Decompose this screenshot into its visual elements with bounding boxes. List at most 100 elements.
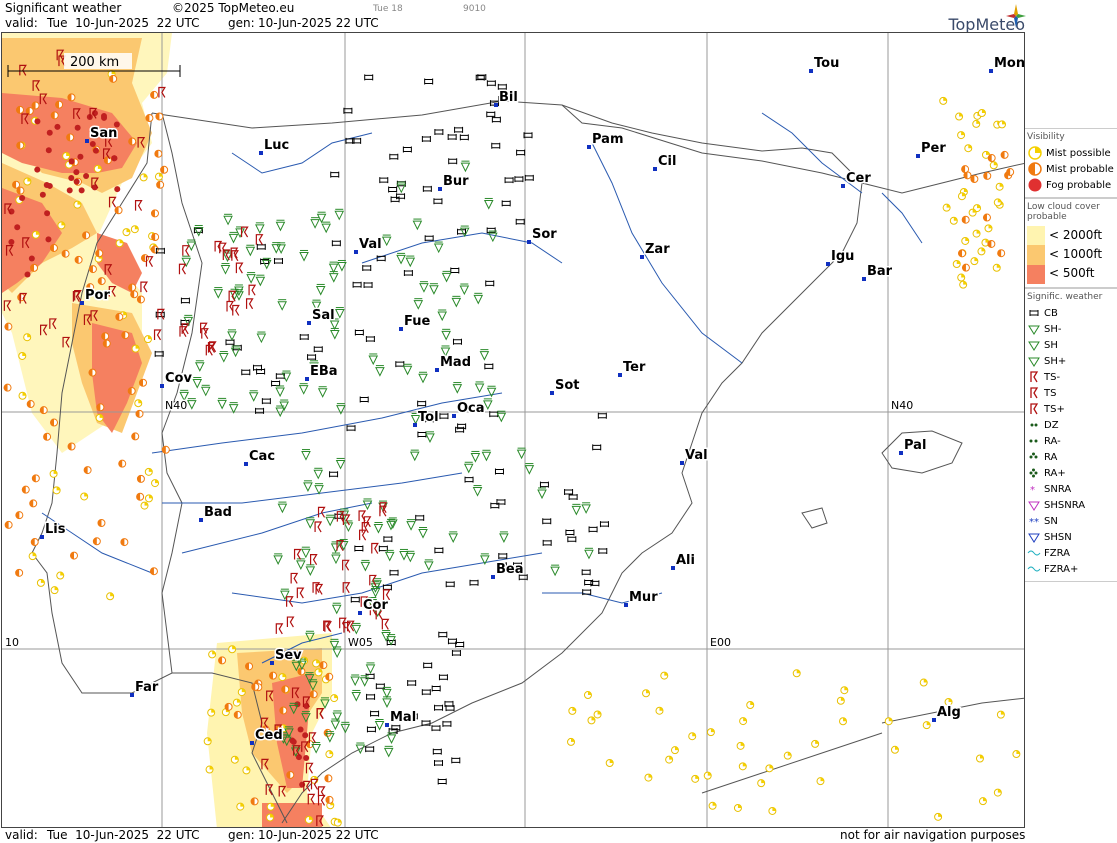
mist-probable-icon — [55, 100, 64, 109]
mist-possible-icon — [746, 701, 755, 710]
mist-possible-icon — [583, 691, 592, 700]
cb-icon — [491, 142, 501, 149]
city-dot — [358, 611, 362, 615]
cb-icon — [403, 270, 413, 277]
shower-icon — [298, 383, 309, 395]
cb-icon — [484, 363, 494, 370]
legend-panel: Visibility Mist possible Mist probable F… — [1025, 128, 1117, 582]
mist-probable-icon — [67, 442, 76, 451]
shower-icon — [317, 386, 328, 398]
mist-probable-icon — [15, 568, 24, 577]
shower-icon — [452, 382, 463, 394]
cb-icon — [346, 425, 356, 432]
mist-possible-icon — [134, 399, 143, 408]
low-cloud-swatch-1000 — [1027, 245, 1045, 265]
shower-icon — [310, 217, 320, 229]
shower-icon — [280, 588, 290, 601]
mist-possible-icon — [964, 144, 973, 153]
mist-probable-icon — [109, 74, 118, 83]
cb-icon — [359, 396, 369, 403]
mist-probable-icon — [987, 239, 996, 248]
cb-icon — [494, 468, 504, 475]
mist-probable-icon — [1000, 150, 1009, 159]
mist-possible-icon — [144, 494, 153, 503]
fog-probable-icon — [114, 186, 121, 193]
weather-map[interactable]: 200 km N40 N40 10 W05 E00 Tou Mon Bil San Pa… — [1, 32, 1025, 828]
city-dot — [932, 718, 936, 722]
mist-probable-icon — [128, 137, 137, 146]
mist-possible-icon — [52, 486, 61, 495]
mist-probable-icon — [281, 685, 290, 694]
shower-icon — [325, 514, 335, 527]
city-dot — [385, 723, 389, 727]
shower-icon — [381, 234, 392, 247]
thunderstorm-icon — [1030, 387, 1039, 399]
shower-icon — [368, 353, 379, 366]
cb-icon — [448, 158, 458, 165]
shower-icon — [396, 252, 406, 265]
mist-possible-icon — [23, 177, 32, 186]
mist-possible-icon — [130, 225, 139, 234]
mist-probable-icon — [151, 233, 160, 242]
city-marker: Val — [680, 447, 709, 465]
mist-probable-icon — [12, 180, 21, 189]
thunderstorm-icon — [182, 245, 190, 256]
mist-possible-icon — [266, 813, 275, 822]
mist-possible-icon — [998, 120, 1007, 129]
city-label: Sot — [555, 378, 580, 393]
mist-probable-icon — [49, 243, 58, 252]
mist-probable-icon — [29, 499, 38, 508]
city-label: Alg — [937, 705, 961, 720]
city-marker: Sor — [527, 226, 559, 244]
cb-icon — [415, 514, 425, 521]
mist-possible-icon — [31, 230, 40, 239]
shower-icon — [275, 405, 286, 418]
mist-possible-icon — [73, 200, 82, 209]
city-dot — [550, 391, 554, 395]
city-label: Pal — [904, 438, 926, 453]
cb-icon — [329, 471, 339, 478]
fog-probable-icon — [303, 754, 310, 761]
shower-icon — [516, 447, 527, 460]
thunderstorm-icon — [228, 290, 237, 302]
shower-icon — [429, 283, 439, 295]
city-label: Ter — [623, 360, 646, 375]
shower-icon — [311, 742, 321, 754]
cb-icon — [514, 176, 524, 183]
fog-probable-icon — [297, 726, 304, 733]
cb-icon — [424, 235, 434, 242]
mist-possible-icon — [972, 229, 981, 238]
shower-icon — [335, 457, 346, 470]
cb-icon — [255, 407, 265, 414]
thunderstorm-icon — [235, 262, 244, 274]
mist-possible-icon — [955, 112, 964, 121]
mist-probable-icon — [140, 254, 149, 263]
mist-probable-icon — [4, 520, 13, 529]
city-dot — [527, 240, 531, 244]
mist-possible-icon — [330, 694, 339, 703]
cb-icon — [365, 336, 375, 343]
mist-possible-icon — [644, 773, 653, 782]
shower-icon — [351, 689, 362, 702]
shower-icon — [277, 299, 287, 311]
fog-probable-icon — [73, 178, 80, 185]
mist-possible-icon — [783, 751, 792, 760]
fog-probable-icon — [44, 210, 51, 217]
mist-possible-icon — [738, 762, 747, 771]
cb-icon — [524, 174, 534, 181]
shower-icon — [281, 370, 292, 383]
mist-probable-icon — [150, 245, 159, 254]
cb-icon — [597, 412, 607, 419]
city-marker: Oca — [452, 400, 486, 418]
mist-probable-icon — [325, 795, 334, 804]
thunderstorm-icon — [245, 298, 254, 310]
thunderstorm-icon — [371, 542, 379, 554]
city-dot — [841, 184, 845, 188]
mist-possible-icon — [122, 228, 131, 237]
cb-icon — [331, 240, 341, 247]
shower-light-icon — [1028, 325, 1040, 335]
thunderstorm-icon — [157, 308, 165, 320]
mist-probable-icon — [118, 459, 127, 468]
city-marker: Bar — [862, 263, 894, 281]
shower-icon — [248, 390, 259, 402]
